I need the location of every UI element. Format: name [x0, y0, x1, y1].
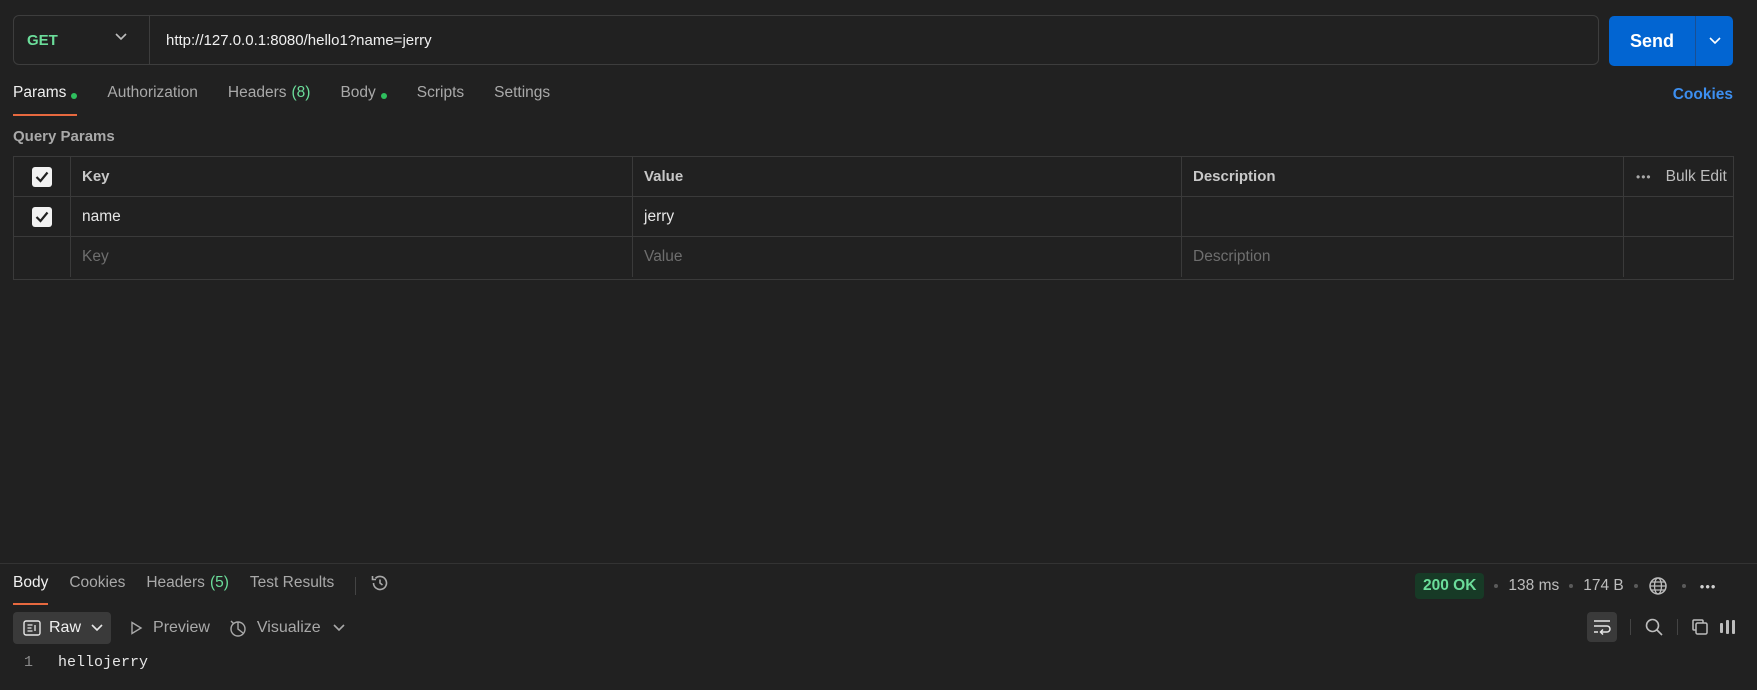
- chevron-down-icon: [115, 33, 127, 41]
- response-size[interactable]: 174 B: [1583, 577, 1624, 595]
- divider: [1630, 619, 1631, 635]
- separator-dot: [1494, 584, 1499, 588]
- tab-count: (5): [209, 574, 229, 591]
- wrap-text-icon: [1594, 620, 1611, 635]
- modified-dot: [380, 93, 387, 99]
- method-label: GET: [27, 31, 58, 49]
- separator-dot: [1681, 584, 1686, 588]
- check-icon: [35, 171, 49, 183]
- row-extra-cell: [1624, 197, 1733, 236]
- format-label: Raw: [49, 619, 82, 636]
- cookies-link[interactable]: Cookies: [1673, 86, 1733, 104]
- tab-label: Authorization: [107, 84, 198, 101]
- method-select[interactable]: GET: [14, 16, 150, 64]
- send-options-button[interactable]: [1696, 16, 1733, 66]
- visualize-button[interactable]: Visualize: [228, 618, 321, 638]
- table-row-empty: Key Value Description: [14, 237, 1733, 277]
- tab-count: (8): [291, 84, 311, 101]
- url-input[interactable]: http://127.0.0.1:8080/hello1?name=jerry: [150, 16, 1598, 64]
- modified-dot: [71, 93, 78, 99]
- bulk-edit-cell: ••• Bulk Edit: [1624, 157, 1733, 196]
- divider: [355, 576, 357, 595]
- more-options-icon[interactable]: •••: [1700, 579, 1717, 594]
- tab-headers[interactable]: Headers (8): [228, 84, 311, 116]
- new-value-input[interactable]: Value: [633, 237, 1182, 277]
- text-format-icon: [23, 620, 41, 636]
- chevron-down-icon: [1708, 37, 1721, 45]
- param-key[interactable]: name: [71, 197, 633, 236]
- param-description[interactable]: [1182, 197, 1624, 236]
- tab-settings[interactable]: Settings: [494, 84, 550, 116]
- line-number: 1: [23, 654, 33, 671]
- tab-body[interactable]: Body: [340, 84, 387, 116]
- code-line: 1 hellojerry: [0, 654, 148, 671]
- visualize-label: Visualize: [256, 619, 321, 636]
- tab-label: Body: [340, 84, 376, 101]
- history-icon[interactable]: [370, 573, 390, 598]
- row-check-cell: [14, 237, 71, 277]
- chevron-down-icon: [91, 624, 103, 632]
- new-key-input[interactable]: Key: [71, 237, 633, 277]
- send-button-group: Send: [1609, 16, 1733, 66]
- tab-params[interactable]: Params: [13, 84, 78, 116]
- layout-toggle-icon[interactable]: [1719, 618, 1737, 636]
- wrap-lines-button[interactable]: [1587, 612, 1617, 642]
- request-tabs: Params Authorization Headers (8) Body Scr…: [13, 84, 580, 116]
- row-checkbox[interactable]: [32, 206, 52, 227]
- chevron-down-icon: [333, 624, 345, 632]
- check-icon: [35, 211, 49, 223]
- tab-response-body[interactable]: Body: [13, 574, 49, 605]
- tab-label: Settings: [494, 84, 551, 101]
- body-toolbar: Raw Preview Visualize: [13, 612, 345, 644]
- preview-label: Preview: [153, 619, 210, 636]
- divider: [1677, 619, 1678, 635]
- more-options-icon[interactable]: •••: [1636, 170, 1652, 184]
- copy-icon[interactable]: [1691, 618, 1709, 636]
- search-icon[interactable]: [1644, 617, 1664, 637]
- header-key: Key: [71, 157, 633, 196]
- body-tools: [1587, 612, 1737, 642]
- visualize-icon: [230, 620, 246, 637]
- tab-test-results[interactable]: Test Results: [250, 574, 334, 605]
- more-view-options[interactable]: [333, 624, 345, 632]
- table-header-row: Key Value Description ••• Bulk Edit: [14, 157, 1733, 197]
- response-divider[interactable]: [0, 563, 1757, 564]
- tab-label: Cookies: [69, 574, 126, 591]
- query-params-title: Query Params: [13, 128, 115, 145]
- response-stats: 200 OK 138 ms 174 B •••: [1415, 573, 1716, 599]
- tab-label: Params: [13, 84, 67, 101]
- param-value[interactable]: jerry: [633, 197, 1182, 236]
- response-time[interactable]: 138 ms: [1508, 577, 1559, 595]
- tab-label: Test Results: [249, 574, 335, 591]
- params-table: Key Value Description ••• Bulk Edit name…: [13, 156, 1734, 280]
- response-tabs: Body Cookies Headers (5) Test Results: [13, 574, 390, 605]
- separator-dot: [1569, 584, 1574, 588]
- play-icon: [131, 621, 143, 635]
- new-description-input[interactable]: Description: [1182, 237, 1624, 277]
- format-select[interactable]: Raw: [13, 612, 112, 644]
- preview-button[interactable]: Preview: [129, 619, 210, 637]
- tab-label: Body: [13, 574, 49, 591]
- tab-scripts[interactable]: Scripts: [417, 84, 464, 116]
- status-badge[interactable]: 200 OK: [1415, 573, 1485, 599]
- globe-icon[interactable]: [1648, 576, 1668, 596]
- tab-response-headers[interactable]: Headers (5): [146, 574, 229, 605]
- separator-dot: [1633, 584, 1638, 588]
- url-bar: GET http://127.0.0.1:8080/hello1?name=je…: [13, 15, 1599, 65]
- table-row: name jerry: [14, 197, 1733, 237]
- select-all-checkbox[interactable]: [32, 166, 52, 187]
- tab-label: Headers: [146, 574, 205, 591]
- tab-label: Headers: [227, 84, 287, 101]
- row-extra-cell: [1624, 237, 1733, 277]
- select-all-cell: [14, 157, 71, 196]
- code-text[interactable]: hellojerry: [58, 654, 148, 671]
- header-description: Description: [1182, 157, 1624, 196]
- send-button[interactable]: Send: [1609, 16, 1696, 66]
- tab-response-cookies[interactable]: Cookies: [69, 574, 125, 605]
- row-check-cell: [14, 197, 71, 236]
- header-value: Value: [633, 157, 1182, 196]
- bulk-edit-button[interactable]: Bulk Edit: [1666, 168, 1727, 186]
- tab-label: Scripts: [416, 84, 465, 101]
- tab-authorization[interactable]: Authorization: [107, 84, 197, 116]
